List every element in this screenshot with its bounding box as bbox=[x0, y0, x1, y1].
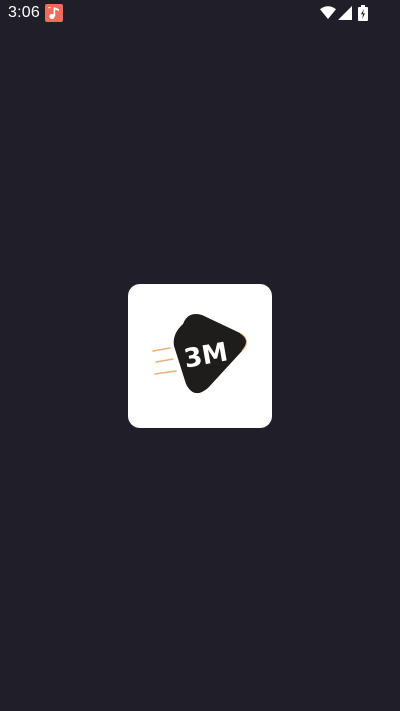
music-note-icon bbox=[45, 4, 63, 22]
status-time: 3:06 bbox=[8, 4, 40, 21]
app-logo-icon: 3M bbox=[128, 284, 272, 428]
cellular-signal-icon bbox=[338, 6, 352, 20]
splash-screen: 3:06 3M bbox=[0, 0, 400, 711]
speed-lines bbox=[152, 347, 177, 375]
status-bar: 3:06 bbox=[0, 0, 400, 26]
wifi-icon bbox=[320, 6, 336, 20]
battery-charging-icon bbox=[358, 5, 368, 21]
